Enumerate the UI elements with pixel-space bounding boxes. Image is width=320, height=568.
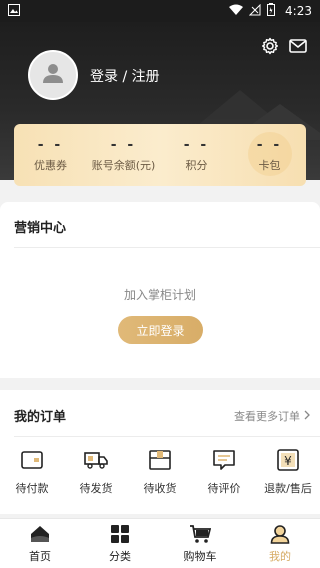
order-pending-shipment[interactable]: 待发货 (64, 448, 128, 496)
wifi-icon (229, 4, 244, 19)
stat-value: - - (183, 137, 210, 153)
tab-label: 我的 (269, 550, 291, 563)
status-time: 4:23 (285, 4, 312, 18)
divider (14, 436, 320, 437)
package-icon (148, 448, 172, 472)
login-register-link[interactable]: 登录 / 注册 (90, 66, 160, 86)
tab-label: 首页 (29, 550, 51, 563)
section-title: 我的订单 (14, 410, 67, 425)
stat-value: - - (37, 137, 64, 153)
battery-icon (267, 3, 276, 19)
my-orders-panel: 我的订单 查看更多订单 待付款 待发货 待收货 待评价 ¥ 退款/售后 (0, 390, 320, 514)
order-status-list: 待付款 待发货 待收货 待评价 ¥ 退款/售后 (0, 448, 320, 496)
comment-icon (212, 448, 236, 472)
cart-icon (189, 523, 211, 545)
stat-label: 积分 (185, 159, 208, 172)
account-stats-card: - - 优惠券 - - 账号余额(元) - - 积分 - - 卡包 (14, 124, 306, 186)
stat-card-wallet[interactable]: - - 卡包 (233, 124, 306, 186)
gallery-icon (8, 3, 20, 19)
home-icon (29, 523, 51, 545)
svg-text:¥: ¥ (284, 454, 292, 468)
tab-home[interactable]: 首页 (0, 519, 80, 568)
stat-value: - - (110, 137, 137, 153)
stat-value: - - (256, 137, 283, 153)
truck-icon (84, 448, 108, 472)
order-pending-review[interactable]: 待评价 (192, 448, 256, 496)
chevron-right-icon (304, 410, 310, 423)
stat-label: 优惠券 (34, 159, 67, 172)
divider (14, 247, 320, 248)
more-link-label: 查看更多订单 (234, 410, 300, 423)
join-plan-text: 加入掌柜计划 (123, 288, 196, 302)
order-refund-aftersale[interactable]: ¥ 退款/售后 (256, 448, 320, 496)
avatar[interactable] (28, 50, 78, 100)
grid-icon (109, 523, 131, 545)
wallet-icon (20, 448, 44, 472)
stat-label: 账号余额(元) (91, 159, 156, 172)
signal-icon (248, 3, 261, 19)
order-pending-receipt[interactable]: 待收货 (128, 448, 192, 496)
order-pending-payment[interactable]: 待付款 (0, 448, 64, 496)
status-bar: 4:23 (0, 0, 320, 22)
view-more-orders-link[interactable]: 查看更多订单 (234, 408, 310, 424)
tab-category[interactable]: 分类 (80, 519, 160, 568)
login-now-button[interactable]: 立即登录 (118, 316, 203, 344)
tab-mine[interactable]: 我的 (240, 519, 320, 568)
user-silhouette-icon (41, 61, 65, 89)
tab-label: 分类 (109, 550, 131, 563)
section-title: 营销中心 (14, 221, 67, 236)
mail-icon[interactable] (288, 36, 308, 56)
order-label: 待付款 (15, 482, 49, 495)
refund-icon: ¥ (276, 448, 300, 472)
order-label: 待发货 (79, 482, 113, 495)
settings-icon[interactable] (260, 36, 280, 56)
stat-coupons[interactable]: - - 优惠券 (14, 124, 87, 186)
stat-balance[interactable]: - - 账号余额(元) (87, 124, 160, 186)
bottom-tab-bar: 首页 分类 购物车 我的 (0, 518, 320, 568)
tab-cart[interactable]: 购物车 (160, 519, 240, 568)
order-label: 待收货 (143, 482, 177, 495)
marketing-center-panel: 营销中心 加入掌柜计划 立即登录 (0, 202, 320, 378)
order-label: 退款/售后 (264, 482, 312, 495)
tab-label: 购物车 (183, 550, 217, 563)
stat-label: 卡包 (258, 159, 281, 172)
stat-points[interactable]: - - 积分 (160, 124, 233, 186)
user-icon (269, 523, 291, 545)
order-label: 待评价 (207, 482, 241, 495)
